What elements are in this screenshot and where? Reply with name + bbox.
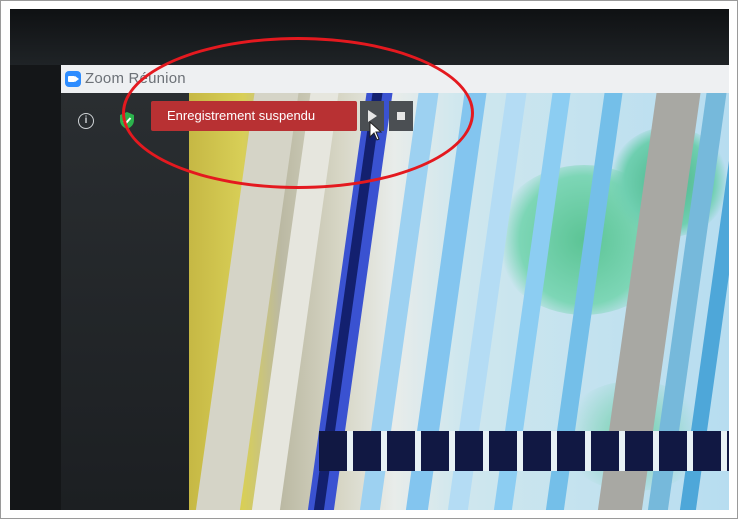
recording-status-label: Enregistrement suspendu — [167, 108, 316, 123]
stop-icon — [397, 112, 405, 120]
zoom-meeting-window: Zoom Réunion i Enregistrement suspendu — [61, 65, 729, 510]
zoom-logo-icon — [65, 71, 81, 87]
recording-status-bar: Enregistrement suspendu — [151, 101, 357, 131]
photo-frame: Zoom Réunion i Enregistrement suspendu — [0, 0, 738, 519]
title-bar: Zoom Réunion — [61, 65, 729, 93]
video-feed — [189, 93, 729, 510]
window-title: Zoom Réunion — [85, 70, 186, 87]
mouse-cursor-icon — [369, 121, 383, 141]
side-panel — [61, 93, 189, 510]
info-icon[interactable]: i — [78, 113, 94, 129]
shield-check-icon[interactable] — [118, 111, 136, 130]
monitor-bezel — [10, 9, 729, 65]
monitor-screen: Zoom Réunion i Enregistrement suspendu — [10, 9, 729, 510]
video-content — [319, 431, 729, 471]
stop-recording-button[interactable] — [389, 101, 413, 131]
